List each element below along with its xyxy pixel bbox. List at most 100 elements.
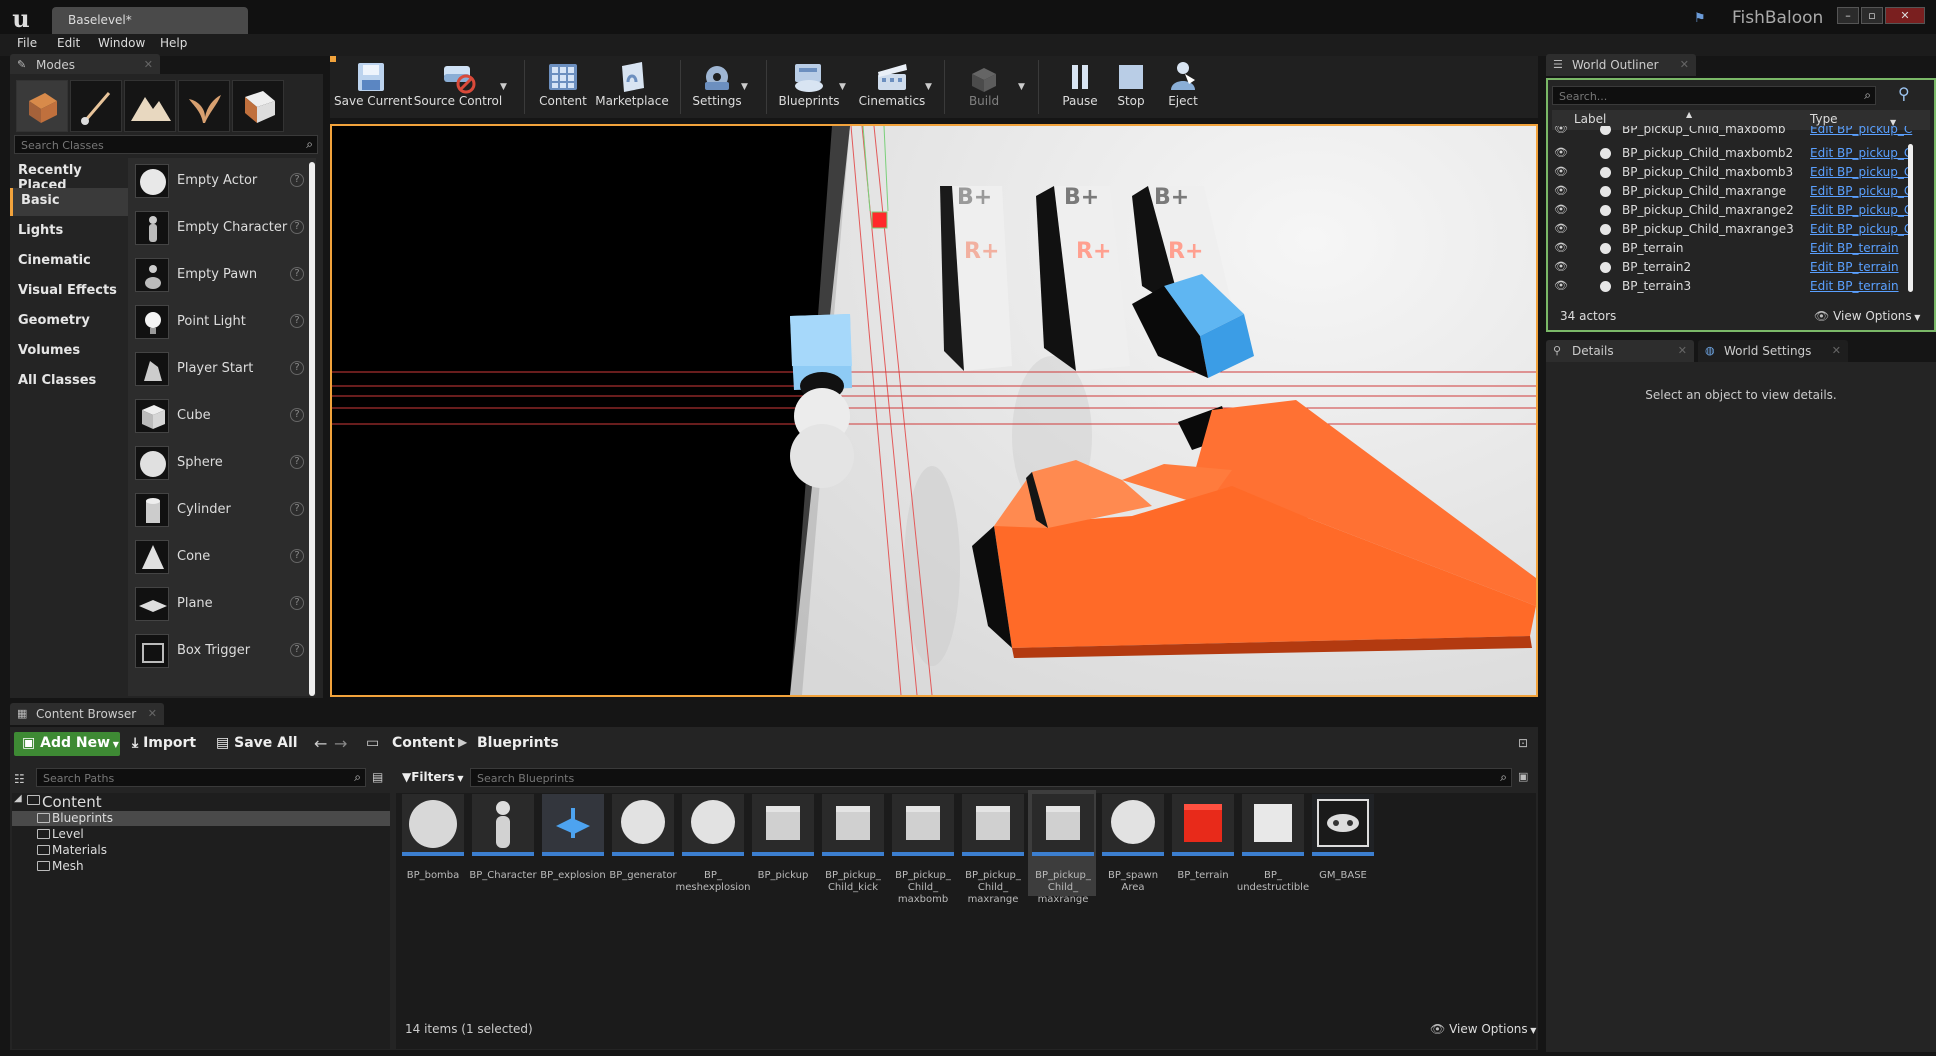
place-item-cylinder[interactable]: Cylinder ? [132,489,308,533]
category-volumes[interactable]: Volumes [10,338,128,366]
help-icon[interactable]: ? [290,408,304,422]
sources-toggle-icon[interactable]: ☷ [14,772,25,786]
help-icon[interactable]: ? [290,220,304,234]
outliner-row[interactable]: 👁 BP_pickup_Child_maxrange Edit BP_picku… [1554,182,1922,201]
build-button[interactable]: Build [954,58,1014,116]
level-viewport[interactable]: B+ R+ B+ R+ B+ R+ [330,124,1538,697]
add-filter-icon[interactable]: ⚲ [1898,84,1920,104]
asset-tile[interactable]: BP_pickup [752,794,816,904]
visibility-eye-icon[interactable]: 👁 [1554,165,1568,178]
visibility-eye-icon[interactable]: 👁 [1554,279,1568,292]
outliner-row[interactable]: 👁 BP_pickup_Child_maxbomb2 Edit BP_picku… [1554,144,1922,163]
category-lights[interactable]: Lights [10,218,128,246]
place-item-empty-character[interactable]: Empty Character ? [132,207,308,251]
outliner-row[interactable]: 👁 BP_terrain Edit BP_terrain [1554,239,1922,258]
outliner-col-type[interactable]: Type [1810,112,1838,126]
place-items-scrollbar[interactable] [309,162,315,696]
asset-tile[interactable]: BP_bomba [402,794,466,904]
asset-tile[interactable]: BP_spawn Area [1102,794,1166,904]
menu-window[interactable]: Window [98,36,145,50]
tab-content-browser[interactable]: ▦ Content Browser ✕ [10,703,164,725]
save-current-button[interactable]: Save Current [334,58,412,116]
blueprints-button[interactable]: Blueprints [776,58,842,116]
outliner-row-type-link[interactable]: Edit BP_pickup_C [1810,222,1914,236]
content-button[interactable]: Content [532,58,594,116]
geometry-mode-button[interactable] [232,80,284,132]
outliner-row-type-link[interactable]: Edit BP_pickup_C [1810,184,1914,198]
search-blueprints-input[interactable]: Search Blueprints ⌕ [470,768,1512,787]
visibility-eye-icon[interactable]: 👁 [1554,222,1568,235]
help-icon[interactable]: ? [290,455,304,469]
category-visual-effects[interactable]: Visual Effects [10,278,128,306]
place-item-plane[interactable]: Plane ? [132,583,308,627]
tree-root-content[interactable]: Content [27,793,102,811]
help-icon[interactable]: ? [290,549,304,563]
asset-tile[interactable]: BP_ undestructible [1237,794,1309,904]
place-item-cone[interactable]: Cone ? [132,536,308,580]
help-icon[interactable]: ? [290,314,304,328]
close-icon[interactable]: ✕ [1678,344,1687,357]
filters-button[interactable]: ▼Filters ▼ [402,770,464,784]
close-icon[interactable]: ✕ [144,58,153,71]
visibility-eye-icon[interactable]: 👁 [1554,260,1568,273]
place-item-sphere[interactable]: Sphere ? [132,442,308,486]
close-icon[interactable]: ✕ [148,707,157,720]
place-item-player-start[interactable]: Player Start ? [132,348,308,392]
back-arrow-icon[interactable]: ← [314,734,327,753]
outliner-row[interactable]: 👁 BP_terrain3 Edit BP_terrain [1554,277,1922,296]
menu-help[interactable]: Help [160,36,187,50]
tree-folder-mesh[interactable]: Mesh [37,859,84,873]
help-icon[interactable]: ? [290,643,304,657]
category-all-classes[interactable]: All Classes [10,368,128,396]
outliner-row[interactable]: 👁 BP_pickup_Child_maxrange2 Edit BP_pick… [1554,201,1922,220]
place-item-empty-pawn[interactable]: Empty Pawn ? [132,254,308,298]
place-item-box-trigger[interactable]: Box Trigger ? [132,630,308,674]
help-icon[interactable]: ? [290,267,304,281]
asset-tile[interactable]: BP_explosion [540,794,606,904]
close-icon[interactable]: ✕ [1832,344,1841,357]
category-recently-placed[interactable]: Recently Placed [10,158,128,193]
marketplace-button[interactable]: Marketplace [594,58,670,116]
outliner-row-type-link[interactable]: Edit BP_terrain [1810,260,1914,274]
pause-button[interactable]: Pause [1052,58,1108,116]
category-cinematic[interactable]: Cinematic [10,248,128,276]
outliner-row-type-link[interactable]: Edit BP_terrain [1810,241,1914,255]
visibility-eye-icon[interactable]: 👁 [1554,126,1568,135]
settings-button[interactable]: Settings [688,58,746,116]
save-search-icon[interactable]: ▣ [1518,770,1528,783]
blueprints-dropdown-icon[interactable]: ▼ [839,82,846,92]
asset-tile[interactable]: BP_Character [469,794,537,904]
outliner-row-type-link[interactable]: Edit BP_pickup_C [1810,146,1914,160]
close-icon[interactable]: ✕ [1680,58,1689,71]
asset-tile[interactable]: BP_terrain [1172,794,1236,904]
asset-tile[interactable]: BP_ meshexplosion [675,794,751,904]
forward-arrow-icon[interactable]: → [334,734,347,753]
asset-tile[interactable]: BP_pickup_ Child_ maxrange [962,794,1026,905]
landscape-mode-button[interactable] [124,80,176,132]
asset-tile[interactable]: GM_BASE [1312,794,1376,904]
import-button[interactable]: ⤓ Import [132,735,196,751]
outliner-row-type-link[interactable]: Edit BP_terrain [1810,279,1914,293]
outliner-view-options-button[interactable]: 👁 View Options ▼ [1814,309,1920,323]
help-icon[interactable]: ? [290,596,304,610]
foliage-mode-button[interactable] [178,80,230,132]
asset-tile[interactable]: BP_generator [609,794,677,904]
outliner-row-type-link[interactable]: Edit BP_pickup_C [1810,165,1914,179]
asset-tile-selected[interactable]: BP_pickup_ Child_ maxrange [1032,794,1096,905]
outliner-row[interactable]: 👁 BP_pickup_Child_maxbomb Edit BP_pickup… [1554,126,1922,140]
path-view-options-icon[interactable]: ▤ [372,770,383,784]
lock-icon[interactable]: ⊡ [1518,736,1528,750]
breadcrumb-blueprints[interactable]: Blueprints [477,735,559,751]
asset-tile[interactable]: BP_pickup_ Child_kick [822,794,886,904]
help-icon[interactable]: ? [290,173,304,187]
tab-details[interactable]: ⚲ Details ✕ [1546,340,1694,362]
category-basic[interactable]: Basic [10,188,128,216]
stop-button[interactable]: Stop [1108,58,1154,116]
category-geometry[interactable]: Geometry [10,308,128,336]
outliner-col-label[interactable]: Label [1574,112,1606,126]
place-mode-button[interactable] [16,80,68,132]
menu-edit[interactable]: Edit [57,36,80,50]
visibility-eye-icon[interactable]: 👁 [1554,203,1568,216]
paint-mode-button[interactable] [70,80,122,132]
outliner-scrollbar[interactable] [1908,144,1913,292]
